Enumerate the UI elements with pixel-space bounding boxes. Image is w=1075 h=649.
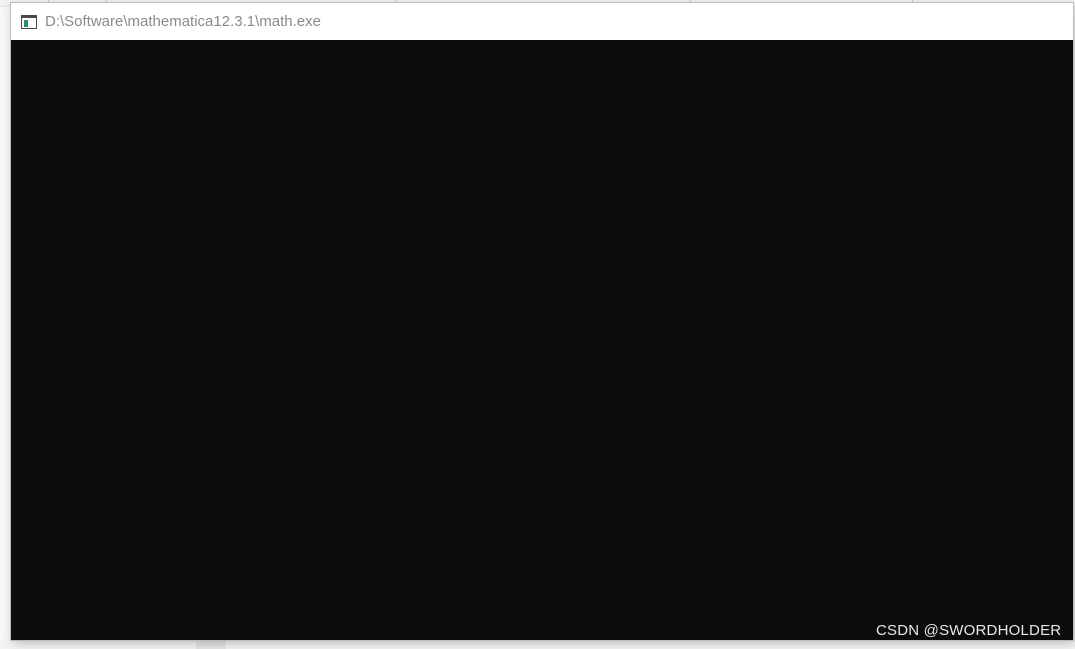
console-icon-titlebar (22, 15, 36, 18)
background-app-left-edge (0, 7, 11, 649)
desktop-screen: D:\Software\mathematica12.3.1\math.exe C… (0, 0, 1075, 649)
console-window[interactable]: D:\Software\mathematica12.3.1\math.exe (11, 3, 1073, 640)
background-editor-gutter (196, 640, 226, 649)
console-window-icon[interactable] (21, 14, 37, 29)
console-title-bar[interactable]: D:\Software\mathematica12.3.1\math.exe (11, 3, 1073, 40)
background-app-bottom-edge (0, 640, 1075, 649)
watermark: CSDN @SWORDHOLDER (876, 622, 1062, 639)
window-title: D:\Software\mathematica12.3.1\math.exe (45, 13, 321, 30)
console-icon-pane (24, 19, 28, 27)
console-output-area[interactable] (11, 40, 1073, 640)
